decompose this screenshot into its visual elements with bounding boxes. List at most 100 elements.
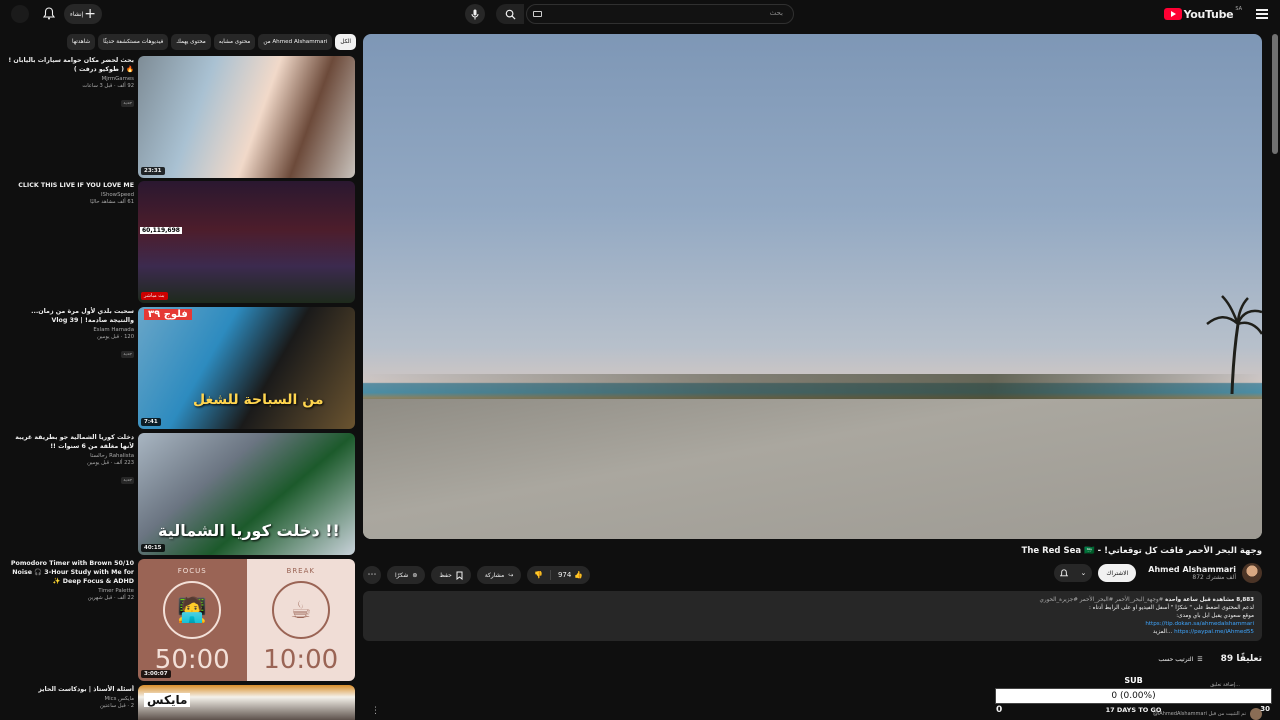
channel-name[interactable]: Ahmed Alshammari <box>1148 565 1236 574</box>
recommendation-channel[interactable]: MjrmGames <box>8 76 134 82</box>
dislike-button[interactable]: 👎 <box>527 566 550 584</box>
description-line: لدعم المحتوى اضغط على " شكرًا " أسفل الف… <box>1088 605 1254 611</box>
region-code: SA <box>1235 6 1242 12</box>
channel-avatar[interactable] <box>1242 563 1262 583</box>
recommendation-title[interactable]: بحث لحضر مكان حوامة سيارات باليابان ! 🔥 … <box>8 56 134 74</box>
chip-related[interactable]: محتوى مشابه <box>213 34 256 50</box>
recommendation-info: سحبت بلدي لأول مرة من زمان... والنتيجة ص… <box>8 307 134 359</box>
duration-badge: 3:00:07 <box>141 670 171 678</box>
palm-tree-image <box>1206 295 1262 394</box>
recommendation-meta: 61 ألف مشاهد حاليًا <box>90 199 134 205</box>
video-player[interactable] <box>363 34 1262 539</box>
recommendation-item[interactable]: دخلت كوريا الشمالية !! 40:15 دخلت كوريا … <box>8 433 356 555</box>
dokan-link[interactable]: https://tip.dokan.sa/ahmedalshammari <box>1145 621 1254 627</box>
sub-goal-max: 30 <box>1260 705 1270 713</box>
bookmark-icon <box>456 571 463 580</box>
search-button[interactable] <box>496 4 524 24</box>
chip-for-you[interactable]: محتوى يهمك <box>171 34 211 50</box>
chip-watched[interactable]: شاهدتها <box>67 34 96 50</box>
bell-icon <box>1060 568 1069 576</box>
create-button[interactable]: إنشاء + <box>64 4 102 24</box>
break-panel: BREAK ☕ 10:00 <box>246 559 355 681</box>
recommendation-channel[interactable]: Eslam Hamada <box>8 327 134 333</box>
video-actions: ⋯ شكرًا ⊛ حفظ مشاركة ↪ 👎 974 👍 <box>363 565 591 585</box>
video-thumbnail[interactable]: دخلت كوريا الشمالية !! 40:15 <box>138 433 355 555</box>
recommendation-info: دخلت كوريا الشمالية جو بطريقة غريبة لأنه… <box>8 433 134 485</box>
recommendation-item[interactable]: 23:31 بحث لحضر مكان حوامة سيارات باليابا… <box>8 56 356 178</box>
more-dots-icon: ⋯ <box>367 570 377 580</box>
sort-icon: ☰ <box>1197 655 1203 663</box>
recommendation-item[interactable]: مايكس أسئلة الأستاذ | بودكاست الحايز ماي… <box>8 685 356 720</box>
recommendation-info: 50/10 Pomodoro Timer with Brown Noise 🎧 … <box>8 559 134 601</box>
keyboard-icon[interactable] <box>533 11 542 17</box>
thanks-button[interactable]: شكرًا ⊛ <box>387 566 426 584</box>
channel-row: Ahmed Alshammari 872 ألف مشترك الاشتراك … <box>1054 563 1262 583</box>
recommendation-info: CLICK THIS LIVE IF YOU LOVE ME IShowSpee… <box>8 181 134 205</box>
sort-comments-button[interactable]: ☰ الترتيب حسب <box>1158 656 1202 663</box>
sub-goal-progress-bar: 0 (0.00%) <box>995 688 1272 704</box>
paypal-link[interactable]: https://paypal.me/iAhmed55 <box>1174 629 1254 635</box>
sub-goal-days-left: 17 DAYS TO GO <box>1105 706 1162 714</box>
video-thumbnail[interactable]: 23:31 <box>138 56 355 178</box>
youtube-logo[interactable]: YouTube SA <box>1163 6 1242 21</box>
search-input[interactable]: بحث <box>526 4 794 24</box>
video-thumbnail[interactable]: FOCUS 🧑‍💻 50:00 BREAK ☕ 10:00 3:00:07 <box>138 559 355 681</box>
focus-panel: FOCUS 🧑‍💻 50:00 <box>138 559 247 681</box>
voice-search-button[interactable] <box>465 4 485 24</box>
view-stats: 8,883 مشاهدة قبل ساعة واحدة <box>1165 597 1254 603</box>
recommendation-title[interactable]: دخلت كوريا الشمالية جو بطريقة غريبة لأنه… <box>8 433 134 451</box>
focus-label: FOCUS <box>177 567 207 575</box>
save-button[interactable]: حفظ <box>431 566 471 584</box>
recommendation-meta: 92 ألف · قبل 3 ساعات <box>82 83 134 89</box>
thumbnail-overlay-text: دخلت كوريا الشمالية !! <box>158 521 340 540</box>
recommendation-channel[interactable]: IShowSpeed <box>8 192 134 198</box>
hashtags[interactable]: #وجهة_البحر_الأحمر #البحر_الأحمر #جزيرة_… <box>1040 597 1164 603</box>
thanks-label: شكرًا <box>395 571 409 579</box>
chip-all[interactable]: الكل <box>335 34 356 50</box>
recommendation-item[interactable]: 60,119,698 بث مباشر CLICK THIS LIVE IF Y… <box>8 181 356 303</box>
recommendation-item[interactable]: FOCUS 🧑‍💻 50:00 BREAK ☕ 10:00 3:00:07 50… <box>8 559 356 681</box>
recommendation-channel[interactable]: Rahalista رحالستا <box>8 453 134 459</box>
duration-badge: 40:15 <box>141 544 165 552</box>
recommendation-channel[interactable]: مايكس Mics <box>8 696 134 702</box>
like-count: 974 <box>557 571 572 579</box>
video-thumbnail[interactable]: فلوج ٣٩ من السباحة للشغل 7:41 <box>138 307 355 429</box>
thumbnail-overlay-text: مايكس <box>144 693 191 707</box>
more-actions-button[interactable]: ⋯ <box>363 566 381 584</box>
video-thumbnail[interactable]: 60,119,698 بث مباشر <box>138 181 355 303</box>
thumbnail-overlay-text: من السباحة للشغل <box>193 392 324 408</box>
save-label: حفظ <box>439 571 452 579</box>
like-button[interactable]: 974 👍 <box>551 566 590 584</box>
chip-recently-uploaded[interactable]: فيديوهات مستكشفة حديثًا <box>98 34 169 50</box>
show-more-link[interactable]: ...المزيد <box>1153 629 1172 635</box>
recommendation-meta: 2 · قبل ساعتين <box>100 703 134 709</box>
coffee-cup-icon: ☕ <box>271 581 330 639</box>
chip-from-channel[interactable]: من Ahmed Alshammari <box>258 34 333 50</box>
recommendation-info: أسئلة الأستاذ | بودكاست الحايز مايكس Mic… <box>8 685 134 709</box>
recommendation-item[interactable]: فلوج ٣٩ من السباحة للشغل 7:41 سحبت بلدي … <box>8 307 356 429</box>
thumbnail-vlog-label: فلوج ٣٩ <box>144 309 192 320</box>
share-icon: ↪ <box>508 571 514 579</box>
recommendation-title[interactable]: أسئلة الأستاذ | بودكاست الحايز <box>8 685 134 694</box>
recommendation-channel[interactable]: Timer Palette <box>8 588 134 594</box>
live-badge: بث مباشر <box>141 292 168 300</box>
share-button[interactable]: مشاركة ↪ <box>476 566 522 584</box>
duration-badge: 23:31 <box>141 167 165 175</box>
channel-meta: Ahmed Alshammari 872 ألف مشترك <box>1148 565 1236 581</box>
subscribe-button[interactable]: الاشتراك <box>1098 564 1137 582</box>
filter-chips: الكل من Ahmed Alshammari محتوى مشابه محت… <box>60 34 356 50</box>
plus-icon: + <box>84 6 96 22</box>
page-scrollbar[interactable] <box>1272 34 1278 154</box>
recommendation-title[interactable]: CLICK THIS LIVE IF YOU LOVE ME <box>8 181 134 190</box>
recommendation-title[interactable]: 50/10 Pomodoro Timer with Brown Noise 🎧 … <box>8 559 134 586</box>
notification-settings-button[interactable]: ⌄ <box>1054 564 1093 582</box>
share-label: مشاركة <box>484 571 505 579</box>
hamburger-menu-icon[interactable] <box>1256 9 1268 19</box>
comment-menu-icon[interactable]: ⋮ <box>371 706 380 716</box>
duration-badge: 7:41 <box>141 418 161 426</box>
account-avatar[interactable] <box>11 5 29 23</box>
notifications-bell-icon[interactable] <box>43 7 55 20</box>
recommendation-title[interactable]: سحبت بلدي لأول مرة من زمان... والنتيجة ص… <box>8 307 134 325</box>
description-box[interactable]: 8,883 مشاهدة قبل ساعة واحدة #وجهة_البحر_… <box>363 591 1262 641</box>
video-thumbnail[interactable]: مايكس <box>138 685 355 720</box>
